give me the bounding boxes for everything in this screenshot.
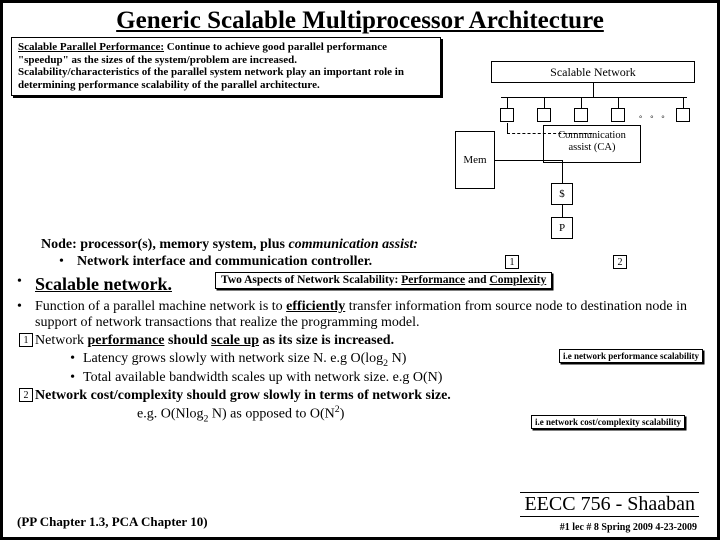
diagram-line <box>507 97 508 108</box>
scalable-network-heading: Scalable network. <box>35 274 172 294</box>
course-title: EECC 756 - Shaaban <box>520 492 699 517</box>
ca-box: Communicationassist (CA) <box>543 125 641 163</box>
latency-line: Latency grows slowly with network size N… <box>83 351 406 369</box>
node-line: Node: processor(s), memory system, plus … <box>41 237 703 253</box>
performance-note-box: Scalable Parallel Performance: Continue … <box>11 37 441 96</box>
node-box <box>500 108 514 122</box>
node-box <box>537 108 551 122</box>
note-line2: "speedup" as the sizes of the system/pro… <box>18 54 297 66</box>
node-sub: Network interface and communication cont… <box>77 254 372 270</box>
diagram-line <box>562 160 563 183</box>
ref-num-2: 2 <box>613 255 627 269</box>
note-lead: Scalable Parallel Performance: <box>18 41 164 53</box>
cache-box: $ <box>551 183 573 205</box>
diagram-line <box>593 83 594 97</box>
bandwidth-line: Total available bandwidth scales up with… <box>83 370 442 386</box>
processor-box: P <box>551 217 573 239</box>
note-line3: Scalability/characteristics of the paral… <box>18 66 404 91</box>
node-detail: Mem Communicationassist (CA) $ P <box>451 125 641 237</box>
chapter-ref: (PP Chapter 1.3, PCA Chapter 10) <box>17 514 208 530</box>
performance-line: Network performance should scale up as i… <box>35 333 394 349</box>
slide-meta: #1 lec # 8 Spring 2009 4-23-2009 <box>560 522 697 533</box>
slide-title: Generic Scalable Multiprocessor Architec… <box>11 7 709 35</box>
bullet-icon: • <box>45 351 83 369</box>
diagram-line <box>581 97 582 108</box>
bullet-icon: • <box>45 370 83 386</box>
node-box <box>676 108 690 122</box>
diagram-line <box>544 97 545 108</box>
bullet-icon: • <box>17 274 35 295</box>
note-line1: Continue to achieve good parallel perfor… <box>167 41 387 53</box>
ellipsis: ° ° ° <box>639 114 668 123</box>
function-line: Function of a parallel machine network i… <box>35 299 703 331</box>
architecture-diagram: Scalable Network ° ° ° Mem Communication… <box>451 61 703 239</box>
side-note-1: i.e network performance scalability <box>559 349 703 363</box>
margin-num-1: 1 <box>19 333 33 347</box>
margin-num-2: 2 <box>19 388 33 402</box>
slide: Generic Scalable Multiprocessor Architec… <box>0 0 720 540</box>
body-content: Node: processor(s), memory system, plus … <box>17 237 703 425</box>
ref-num-1: 1 <box>505 255 519 269</box>
side-note-2: i.e network cost/complexity scalability <box>531 415 685 429</box>
network-box: Scalable Network <box>491 61 695 83</box>
node-box <box>611 108 625 122</box>
diagram-line <box>618 97 619 108</box>
bullet-icon: • <box>17 299 35 331</box>
bullet-icon: • <box>59 254 77 270</box>
diagram-line <box>501 97 687 98</box>
footer: (PP Chapter 1.3, PCA Chapter 10) EECC 75… <box>17 513 703 531</box>
mem-box: Mem <box>455 131 495 189</box>
node-box <box>574 108 588 122</box>
cost-line: Network cost/complexity should grow slow… <box>35 388 451 404</box>
diagram-line <box>495 160 562 161</box>
diagram-line <box>683 97 684 108</box>
two-aspects-box: Two Aspects of Network Scalability: Perf… <box>215 272 552 289</box>
diagram-line <box>562 205 563 217</box>
